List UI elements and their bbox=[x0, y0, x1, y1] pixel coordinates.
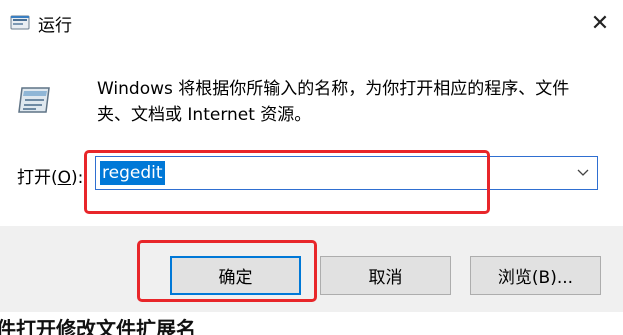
dropdown-button[interactable] bbox=[575, 164, 591, 182]
run-app-icon bbox=[10, 13, 30, 31]
close-icon: ✕ bbox=[590, 10, 610, 36]
open-label: 打开(O): bbox=[17, 168, 84, 188]
title-bar: 运行 ✕ bbox=[0, 0, 623, 46]
annotation-box-ok bbox=[137, 240, 317, 302]
run-dialog: 运行 ✕ Windows 将根据你所输入的名称，为你打开相应的程序、文件夹、文档… bbox=[0, 0, 623, 335]
chevron-down-icon bbox=[577, 169, 589, 176]
annotation-box-input bbox=[84, 150, 490, 214]
browse-button[interactable]: 浏览(B)... bbox=[470, 256, 601, 295]
run-program-icon bbox=[16, 82, 52, 118]
window-title: 运行 bbox=[38, 16, 72, 36]
description-text: Windows 将根据你所输入的名称，为你打开相应的程序、文件夹、文档或 Int… bbox=[97, 79, 570, 125]
cancel-button[interactable]: 取消 bbox=[320, 256, 451, 295]
close-button[interactable]: ✕ bbox=[577, 0, 623, 46]
background-page-text: 件打开修改文件扩展名 bbox=[0, 317, 196, 335]
